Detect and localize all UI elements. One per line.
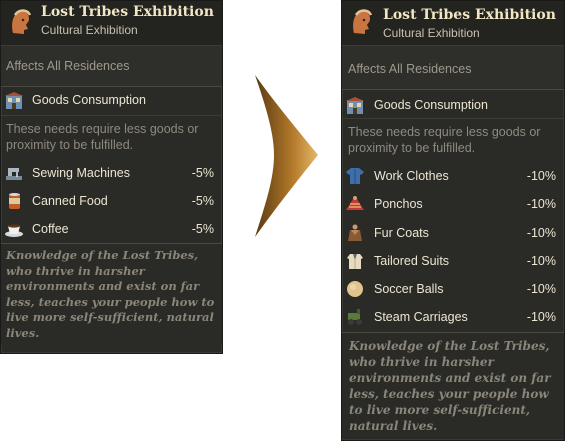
tooltip-before: Lost Tribes Exhibition Cultural Exhibiti… — [0, 0, 223, 354]
item-name: Fur Coats — [374, 225, 429, 240]
comparison-stage: Lost Tribes Exhibition Cultural Exhibiti… — [0, 0, 565, 441]
list-item: Coffee -5% — [1, 215, 222, 243]
list-item: Fur Coats -10% — [342, 219, 564, 247]
lore-text: Knowledge of the Lost Tribes, who thrive… — [1, 243, 222, 345]
tooltip-header: Lost Tribes Exhibition Cultural Exhibiti… — [342, 1, 564, 46]
canned-food-icon — [9, 193, 20, 209]
item-value: -10% — [526, 169, 556, 183]
tooltip-header: Lost Tribes Exhibition Cultural Exhibiti… — [1, 1, 222, 46]
exhibition-subtitle: Cultural Exhibition — [41, 23, 138, 37]
list-item: Sewing Machines -5% — [1, 159, 222, 187]
affects-label: Affects All Residences — [1, 46, 222, 87]
list-item: Steam Carriages -10% — [342, 303, 564, 331]
work-clothes-icon — [346, 168, 364, 184]
ponchos-icon — [346, 196, 364, 211]
list-item: Work Clothes -10% — [342, 162, 564, 190]
item-value: -5% — [191, 166, 214, 180]
lore-text: Knowledge of the Lost Tribes, who thrive… — [342, 331, 564, 439]
item-name: Soccer Balls — [374, 282, 444, 297]
list-item: Tailored Suits -10% — [342, 247, 564, 275]
item-value: -10% — [526, 225, 556, 240]
item-value: -10% — [526, 253, 556, 268]
list-item: Soccer Balls -10% — [342, 275, 564, 303]
item-value: -10% — [526, 197, 556, 212]
item-value: -10% — [526, 282, 556, 297]
coffee-icon — [5, 224, 23, 237]
item-value: -5% — [191, 194, 214, 208]
list-item: Canned Food -5% — [1, 187, 222, 215]
exhibition-subtitle: Cultural Exhibition — [383, 26, 480, 40]
item-name: Coffee — [32, 222, 69, 236]
item-name: Tailored Suits — [374, 253, 450, 268]
tooltip-after: Lost Tribes Exhibition Cultural Exhibiti… — [341, 0, 565, 441]
soccer-balls-icon — [347, 281, 363, 298]
steam-carriages-icon — [348, 309, 362, 326]
tailored-suits-icon — [347, 253, 363, 269]
goods-list: Work Clothes -10% Ponchos -10% Fur Coats… — [342, 162, 564, 332]
exhibition-title: Lost Tribes Exhibition — [383, 7, 556, 23]
item-name: Canned Food — [32, 194, 108, 208]
list-item: Ponchos -10% — [342, 190, 564, 218]
item-value: -10% — [526, 310, 556, 325]
affects-label: Affects All Residences — [342, 46, 564, 90]
residence-icon — [346, 97, 364, 114]
goods-consumption-row: Goods Consumption — [342, 90, 564, 119]
goods-description: These needs require less goods or proxim… — [6, 122, 199, 152]
fur-coats-icon — [348, 224, 362, 241]
goods-consumption-row: Goods Consumption — [1, 87, 222, 116]
goods-description: These needs require less goods or proxim… — [348, 125, 541, 155]
arrow-right-icon — [255, 75, 318, 237]
residence-icon — [5, 92, 23, 109]
goods-consumption-label: Goods Consumption — [374, 98, 488, 112]
sewing-machine-icon — [6, 168, 22, 180]
lost-tribes-head-icon — [12, 9, 32, 34]
item-value: -5% — [191, 222, 214, 236]
goods-consumption-label: Goods Consumption — [32, 93, 146, 107]
lost-tribes-head-icon — [353, 9, 373, 34]
exhibition-title: Lost Tribes Exhibition — [41, 4, 214, 20]
item-name: Steam Carriages — [374, 310, 468, 325]
item-name: Ponchos — [374, 197, 423, 212]
item-name: Sewing Machines — [32, 166, 130, 180]
goods-list: Sewing Machines -5% Canned Food -5% Coff… — [1, 159, 222, 243]
item-name: Work Clothes — [374, 169, 449, 183]
